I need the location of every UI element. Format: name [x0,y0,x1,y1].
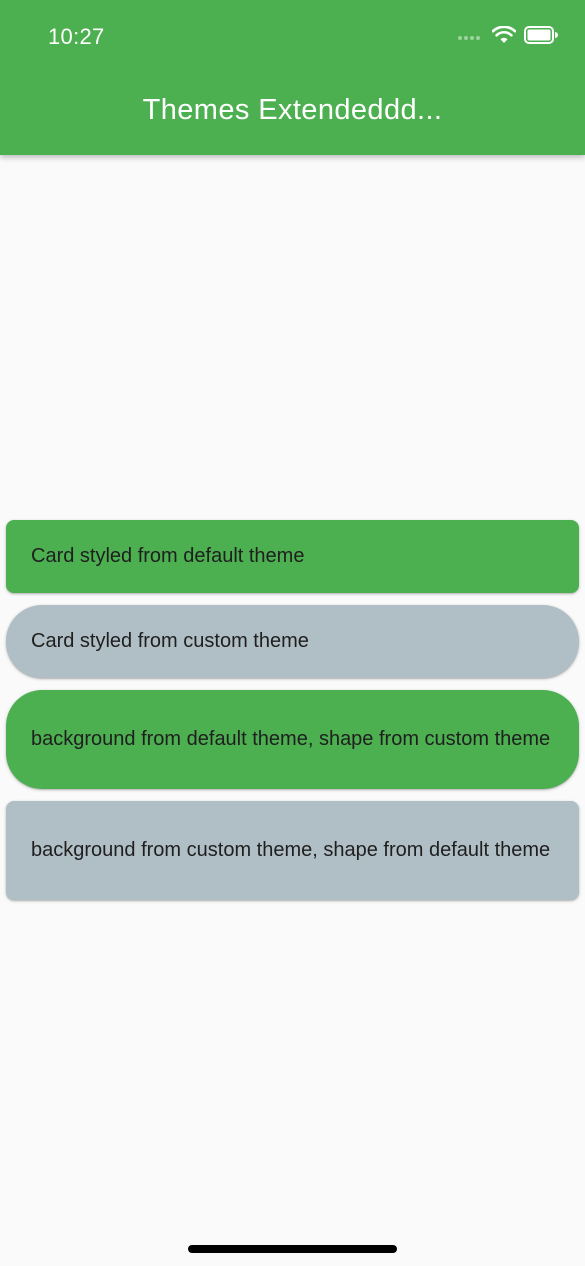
page-title: Themes Extendeddd... [142,94,443,126]
signal-dots-icon [458,35,480,40]
card-text: Card styled from default theme [31,545,305,567]
card-text: background from default theme, shape fro… [31,728,551,750]
card-default-theme: Card styled from default theme [6,520,579,593]
battery-icon [524,26,558,49]
status-icons [458,25,558,49]
wifi-icon [491,25,517,49]
card-custom-background-default-shape: background from custom theme, shape from… [6,801,579,900]
card-text: background from custom theme, shape from… [31,839,551,861]
home-indicator[interactable] [188,1245,397,1253]
card-text: Card styled from custom theme [31,630,309,652]
status-time: 10:27 [48,24,105,49]
card-custom-theme: Card styled from custom theme [6,605,579,678]
card-default-background-custom-shape: background from default theme, shape fro… [6,690,579,789]
card-list: Card styled from default theme Card styl… [6,520,579,912]
app-bar: 10:27 Themes Extendeddd... [0,0,585,155]
